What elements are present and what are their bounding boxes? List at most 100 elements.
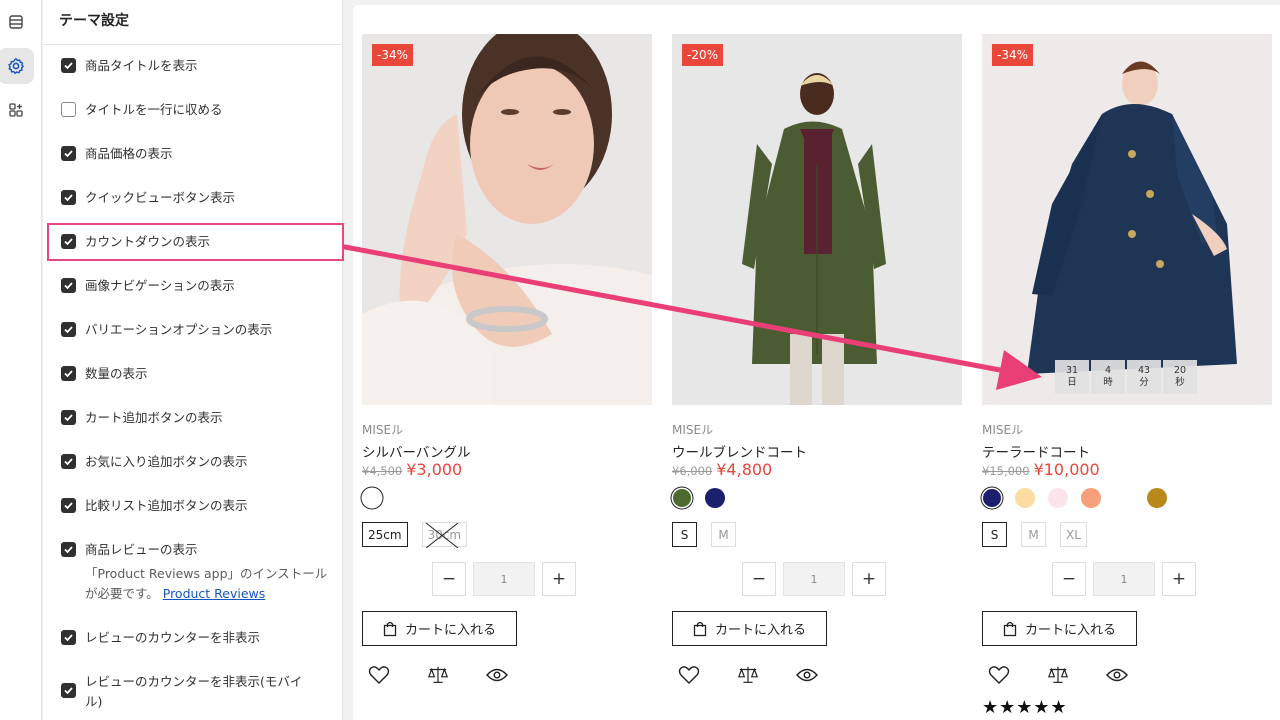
sale-price: ¥3,000 [406, 460, 463, 479]
checkbox[interactable] [61, 630, 76, 645]
price-group: ¥4,500 ¥3,000 [362, 460, 462, 479]
color-swatch-salmon[interactable] [1081, 488, 1101, 508]
product-card-tailored-coat[interactable]: -34% 31 日 4時 43 分 20 秒 MISEル テーラードコート ¥15,0… [982, 5, 1272, 720]
option-hide-review-counter[interactable]: レビューのカウンターを非表示 [61, 629, 260, 647]
countdown-unit: 時 [1103, 377, 1113, 388]
option-label: 画像ナビゲーションの表示 [85, 278, 235, 293]
color-swatch-cream[interactable] [1015, 488, 1035, 508]
apps-icon[interactable] [0, 92, 34, 128]
size-option[interactable]: M [1021, 522, 1046, 547]
product-title[interactable]: シルバーバングル [362, 441, 471, 461]
quantity-decrease-button[interactable]: − [742, 562, 776, 596]
option-reviews[interactable]: 商品レビューの表示 [61, 541, 198, 559]
product-vendor: MISEル [672, 423, 714, 437]
option-variation-options[interactable]: バリエーションオプションの表示 [61, 321, 272, 339]
reviews-help-text: 「Product Reviews app」のインストールが必要です。 Produ… [85, 564, 335, 604]
option-show-product-title[interactable]: 商品タイトルを表示 [61, 57, 198, 75]
option-add-to-cart[interactable]: カート追加ボタンの表示 [61, 409, 223, 427]
checkbox[interactable] [61, 278, 76, 293]
quantity-increase-button[interactable]: + [852, 562, 886, 596]
quantity-input[interactable]: 1 [1093, 562, 1155, 596]
checkbox[interactable] [61, 190, 76, 205]
product-image[interactable] [362, 34, 652, 405]
color-swatch-white[interactable] [1114, 488, 1134, 508]
color-swatch-green[interactable] [673, 489, 691, 507]
add-to-cart-button[interactable]: カートに入れる [672, 611, 827, 646]
checkbox[interactable] [61, 542, 76, 557]
product-actions [678, 664, 818, 686]
checkbox[interactable] [61, 58, 76, 73]
product-reviews-link[interactable]: Product Reviews [163, 586, 266, 601]
theme-settings-panel: テーマ設定 商品タイトルを表示 タイトルを一行に収める 商品価格の表示 クイック… [43, 0, 343, 720]
compare-scale-icon[interactable] [427, 664, 449, 686]
color-swatch-navy[interactable] [983, 489, 1001, 507]
color-swatch-navy[interactable] [705, 488, 725, 508]
product-title[interactable]: テーラードコート [982, 441, 1090, 461]
checkbox[interactable] [61, 146, 76, 161]
quick-view-eye-icon[interactable] [486, 664, 508, 686]
product-title[interactable]: ウールブレンドコート [672, 441, 807, 461]
checkbox[interactable] [61, 322, 76, 337]
quantity-increase-button[interactable]: + [542, 562, 576, 596]
quantity-decrease-button[interactable]: − [432, 562, 466, 596]
quantity-stepper: − 1 + [1052, 562, 1196, 596]
compare-scale-icon[interactable] [737, 664, 759, 686]
product-actions [368, 664, 508, 686]
wishlist-heart-icon[interactable] [368, 664, 390, 686]
size-options: S M XL [982, 522, 1087, 547]
product-vendor: MISEル [982, 423, 1024, 437]
option-title-one-line[interactable]: タイトルを一行に収める [61, 101, 223, 119]
add-to-cart-button[interactable]: カートに入れる [362, 611, 517, 646]
product-image[interactable] [982, 34, 1272, 405]
wishlist-heart-icon[interactable] [678, 664, 700, 686]
product-card-bangle[interactable]: -34% MISEル シルバーバングル ¥4,500 ¥3,000 25cm 3… [362, 5, 652, 720]
color-swatch-mustard[interactable] [1147, 488, 1167, 508]
quantity-decrease-button[interactable]: − [1052, 562, 1086, 596]
wishlist-heart-icon[interactable] [988, 664, 1010, 686]
size-option[interactable]: S [672, 522, 697, 547]
product-card-wool-coat[interactable]: -20% MISEル ウールブレンドコート ¥6,000 ¥4,800 S M … [672, 5, 962, 720]
option-label: 商品レビューの表示 [85, 542, 198, 557]
option-wishlist[interactable]: お気に入り追加ボタンの表示 [61, 453, 248, 471]
quantity-increase-button[interactable]: + [1162, 562, 1196, 596]
product-image[interactable] [672, 34, 962, 405]
checkbox[interactable] [61, 102, 76, 117]
settings-gear-icon[interactable] [0, 48, 34, 84]
checkbox[interactable] [61, 454, 76, 469]
option-label: タイトルを一行に収める [85, 102, 223, 117]
option-compare[interactable]: 比較リスト追加ボタンの表示 [61, 497, 248, 515]
checkbox[interactable] [61, 410, 76, 425]
quick-view-eye-icon[interactable] [796, 664, 818, 686]
countdown-timer: 31 日 4時 43 分 20 秒 [1055, 360, 1197, 394]
quantity-stepper: − 1 + [432, 562, 576, 596]
size-option[interactable]: M [711, 522, 736, 547]
option-hide-review-counter-mobile[interactable]: レビューのカウンターを非表示(モバイル) [61, 672, 313, 712]
sections-icon[interactable] [0, 4, 34, 40]
compare-scale-icon[interactable] [1047, 664, 1069, 686]
countdown-unit: 日 [1067, 377, 1077, 388]
countdown-minutes: 43 分 [1127, 360, 1161, 394]
quantity-input[interactable]: 1 [473, 562, 535, 596]
size-option[interactable]: XL [1060, 522, 1087, 547]
checkbox[interactable] [61, 683, 76, 698]
option-quantity[interactable]: 数量の表示 [61, 365, 148, 383]
size-option-unavailable[interactable]: 30cm [421, 522, 468, 548]
option-quick-view[interactable]: クイックビューボタン表示 [61, 189, 235, 207]
size-option[interactable]: 25cm [362, 522, 408, 547]
color-swatch-pink[interactable] [1048, 488, 1068, 508]
discount-badge: -34% [992, 44, 1034, 66]
option-show-price[interactable]: 商品価格の表示 [61, 145, 173, 163]
checkbox[interactable] [61, 366, 76, 381]
option-label: 比較リスト追加ボタンの表示 [85, 498, 248, 513]
checkbox[interactable] [61, 498, 76, 513]
sale-price: ¥10,000 [1033, 460, 1100, 479]
option-image-navigation[interactable]: 画像ナビゲーションの表示 [61, 277, 235, 295]
quick-view-eye-icon[interactable] [1106, 664, 1128, 686]
add-to-cart-button[interactable]: カートに入れる [982, 611, 1137, 646]
add-to-cart-label: カートに入れる [714, 623, 806, 638]
shopping-bag-icon [1003, 621, 1017, 636]
color-swatch-white[interactable] [363, 489, 381, 507]
size-option[interactable]: S [982, 522, 1007, 547]
quantity-input[interactable]: 1 [783, 562, 845, 596]
shopping-bag-icon [383, 621, 397, 636]
